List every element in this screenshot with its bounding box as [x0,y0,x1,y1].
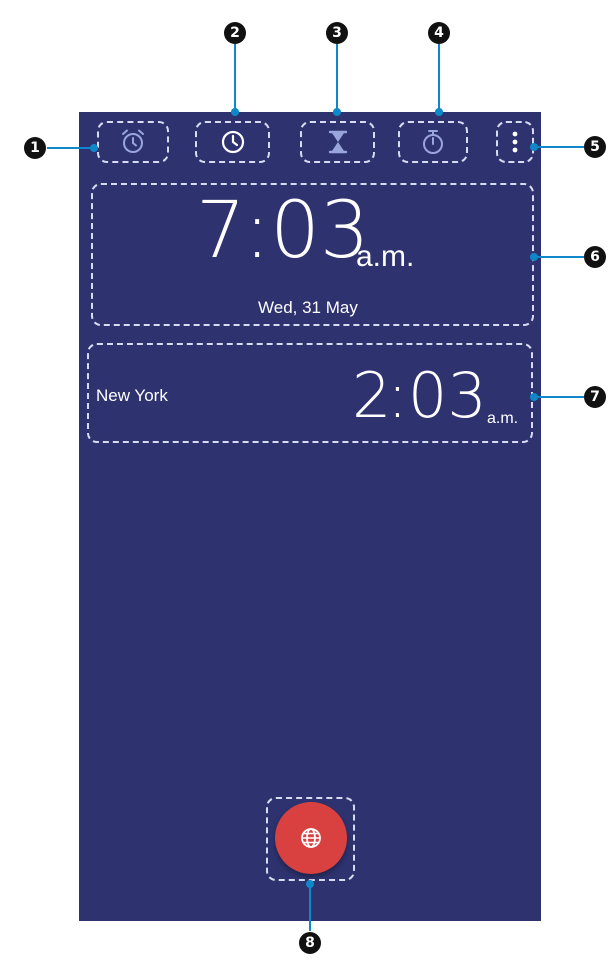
callout-7-dot [530,393,538,401]
callout-badge-6: 6 [584,246,606,268]
local-clock-period: a.m. [356,240,415,273]
callout-1-dot [90,144,98,152]
more-options-button[interactable] [496,121,534,163]
callout-badge-3: 3 [326,22,348,44]
local-clock-minutes: :03 [244,186,370,276]
callout-badge-5: 5 [584,136,606,158]
callout-4-leader [438,44,440,112]
world-clock-hours: 2 [352,359,392,432]
callout-7-leader [534,396,584,398]
callout-5-dot [530,143,538,151]
stopwatch-icon [423,130,443,154]
callout-badge-8: 8 [299,932,321,954]
callout-badge-2: 2 [224,22,246,44]
callout-6-dot [530,253,538,261]
callout-badge-4: 4 [428,22,450,44]
more-options-icon [512,131,518,153]
callout-6-leader [534,256,584,258]
tab-timer[interactable] [300,121,375,163]
tab-world-clock[interactable] [195,121,270,163]
timer-hourglass-icon [328,130,347,154]
world-clock-period: a.m. [487,410,519,427]
add-city-button[interactable] [275,802,347,874]
local-clock-date: Wed, 31 May [258,298,358,317]
alarm-icon [122,129,144,153]
callout-5-leader [534,146,584,148]
callout-4-dot [435,108,443,116]
callout-8-leader [309,884,311,931]
world-clock-minutes: :03 [387,359,487,432]
tab-stopwatch[interactable] [398,121,468,163]
callout-badge-7: 7 [584,386,606,408]
callout-2-leader [234,44,236,112]
tab-alarm[interactable] [97,121,169,163]
local-clock-hours: 7 [196,186,246,276]
callout-badge-1: 1 [24,137,46,159]
globe-icon [301,828,321,848]
callout-2-dot [231,108,239,116]
callout-3-leader [336,44,338,112]
world-clock-icon [221,130,244,154]
world-clock-city: New York [96,386,168,405]
callout-1-leader [47,147,94,149]
callout-3-dot [333,108,341,116]
callout-8-dot [306,880,314,888]
